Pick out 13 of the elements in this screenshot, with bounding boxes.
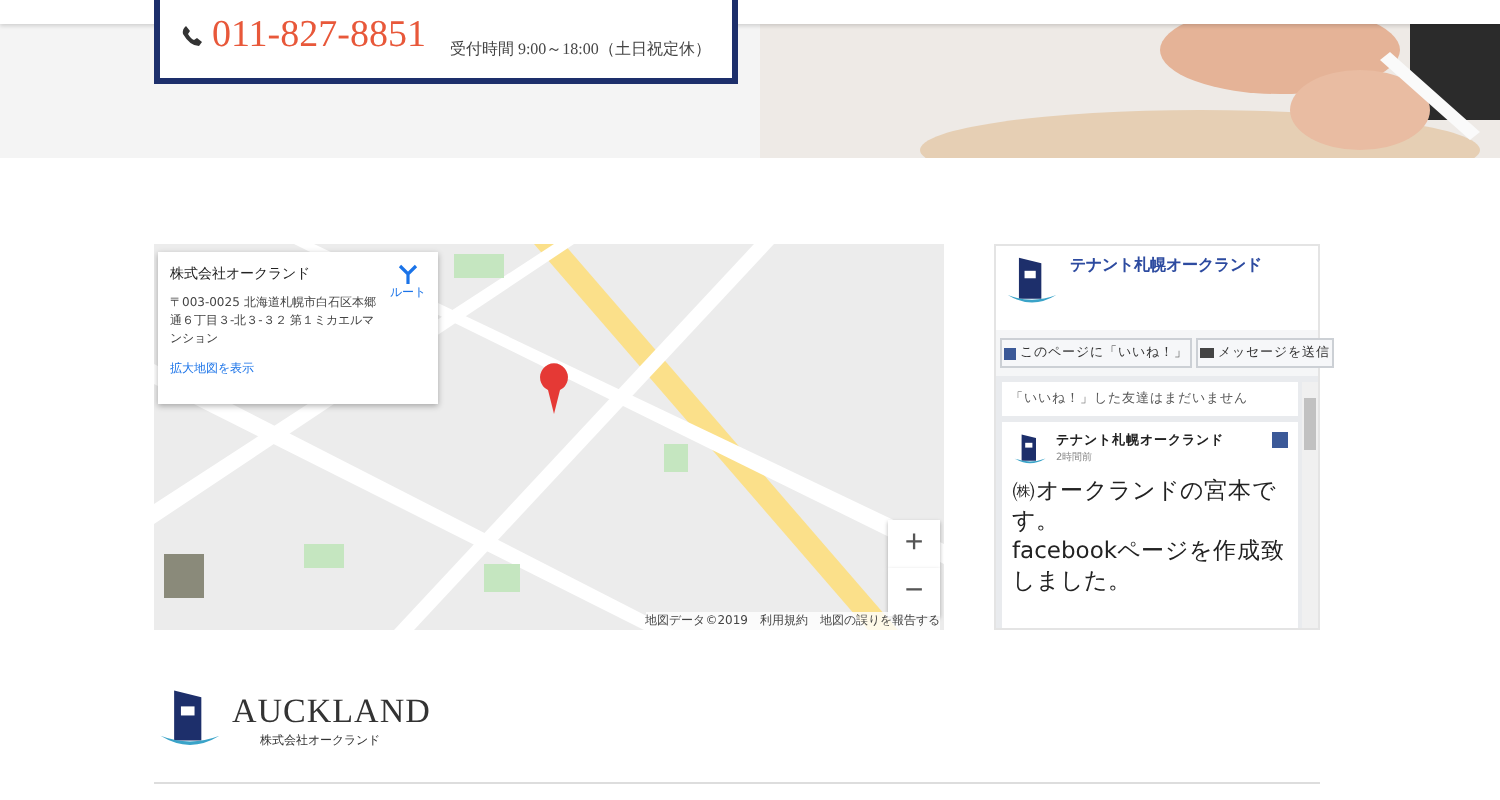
page-name-link[interactable]: テナント札幌オークランド [1070, 254, 1262, 322]
brand-name: AUCKLAND [232, 691, 431, 731]
author-logo-icon [1012, 432, 1048, 468]
business-hours: 受付時間 9:00～18:00（土日祝定休） [449, 38, 711, 60]
facebook-icon [1004, 347, 1016, 359]
facebook-icon [1272, 432, 1288, 448]
phone-icon [180, 23, 204, 47]
directions-icon [398, 264, 418, 284]
phone-number: 011-827-8851 [180, 13, 426, 57]
message-icon [1200, 347, 1214, 359]
zoom-out-button[interactable]: − [888, 568, 940, 616]
zoom-in-button[interactable]: + [888, 520, 940, 568]
post-text: ㈱オークランドの宮本です。 facebookページを作成致しました。 [1012, 476, 1288, 596]
